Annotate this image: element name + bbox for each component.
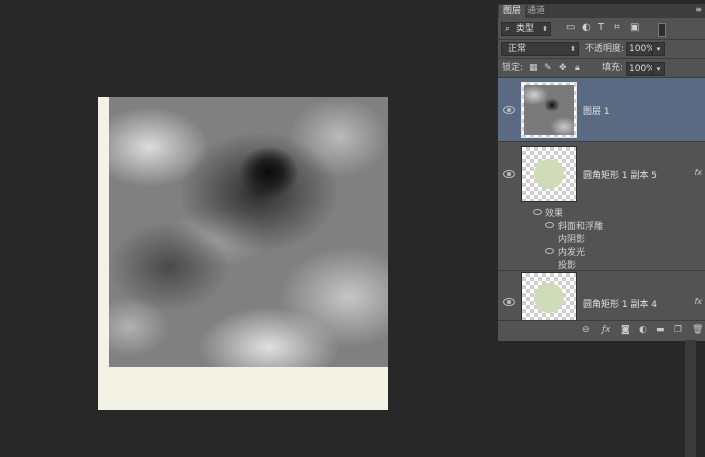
panel-menu-icon[interactable]: ≡ xyxy=(695,4,702,16)
effect-visibility-eye-icon[interactable] xyxy=(545,248,554,254)
search-icon: ⌕ xyxy=(505,24,511,34)
filter-type-select[interactable]: ⌕ 类型 ⬍ xyxy=(501,22,551,36)
layer-row-rounded-rect-copy-5[interactable]: 圆角矩形 1 副本 5 fx xyxy=(498,142,705,206)
fx-icon[interactable]: fx xyxy=(694,297,702,306)
lock-row: 锁定: ▦ ✎ ✥ 🔒︎ 填充: 100% ▾ xyxy=(498,59,705,77)
effects-label[interactable]: 效果 xyxy=(545,206,563,219)
blend-mode-select[interactable]: 正常 ⬍ xyxy=(501,42,579,56)
layer-thumbnail xyxy=(521,146,577,202)
clouds-layer-content xyxy=(109,97,388,367)
layer-thumbnail xyxy=(521,272,577,322)
lock-all-icon[interactable]: 🔒︎ xyxy=(575,62,580,74)
lock-image-pixels-icon[interactable]: ✎ xyxy=(544,62,552,74)
opacity-dropdown-button[interactable]: ▾ xyxy=(652,42,665,56)
blend-row: 正常 ⬍ 不透明度: 100% ▾ xyxy=(498,40,705,57)
fill-input[interactable]: 100% xyxy=(626,62,655,76)
chevron-down-icon: ⬍ xyxy=(542,25,548,33)
tab-channels[interactable]: 通道 xyxy=(523,5,549,18)
layer-name[interactable]: 图层 1 xyxy=(583,104,610,117)
delete-layer-icon[interactable]: 🗑︎ xyxy=(692,325,703,335)
circle-shape-thumbnail xyxy=(534,159,564,189)
document-canvas[interactable] xyxy=(98,97,388,410)
effects-visibility-eye-icon[interactable] xyxy=(533,209,542,215)
layer-row-rounded-rect-copy-4[interactable]: 圆角矩形 1 副本 4 fx xyxy=(498,271,705,322)
new-layer-icon[interactable]: ❐ xyxy=(674,325,682,335)
panel-tab-bar: 图层 通道 ≡ xyxy=(498,4,705,18)
chevron-down-icon: ▾ xyxy=(656,45,661,53)
filter-type-label: 类型 xyxy=(516,24,535,34)
clouds-thumbnail xyxy=(524,85,574,135)
fill-value: 100% xyxy=(629,64,655,74)
type-filter-icon[interactable]: T xyxy=(598,22,604,34)
layer-row-layer-1[interactable]: 图层 1 xyxy=(498,78,705,141)
fill-label: 填充: xyxy=(602,63,624,73)
chevron-down-icon: ▾ xyxy=(656,65,661,73)
blend-mode-value: 正常 xyxy=(508,44,527,54)
opacity-value: 100% xyxy=(629,44,655,54)
adjustment-filter-icon[interactable]: ◐ xyxy=(582,22,591,34)
fx-icon[interactable]: fx xyxy=(694,168,702,177)
circle-shape-thumbnail xyxy=(534,283,564,313)
effect-visibility-eye-icon[interactable] xyxy=(545,222,554,228)
layers-panel: 图层 通道 ≡ ⌕ 类型 ⬍ ▭ ◐ T ⌗ ▣ 正常 ⬍ 不透明度: 100%… xyxy=(497,4,705,341)
layer-name[interactable]: 圆角矩形 1 副本 5 xyxy=(583,168,657,181)
chevron-down-icon: ⬍ xyxy=(570,45,576,53)
smart-object-filter-icon[interactable]: ▣ xyxy=(630,22,639,34)
add-mask-icon[interactable]: ◙ xyxy=(621,325,630,335)
layers-bottom-toolbar: ⊖ ƒx ◙ ◐ ▬ ❐ 🗑︎ xyxy=(498,320,705,341)
opacity-label: 不透明度: xyxy=(585,44,625,54)
new-group-icon[interactable]: ▬ xyxy=(656,325,665,335)
add-layer-style-icon[interactable]: ƒx xyxy=(602,325,611,335)
lock-position-icon[interactable]: ✥ xyxy=(559,62,567,74)
effects-list: 效果 斜面和浮雕 内阴影 内发光 投影 xyxy=(498,206,705,271)
effect-item-bevel-emboss[interactable]: 斜面和浮雕 xyxy=(558,219,603,232)
opacity-input[interactable]: 100% xyxy=(626,42,655,56)
link-layers-icon[interactable]: ⊖ xyxy=(582,325,590,335)
filter-toggle-switch[interactable] xyxy=(658,23,666,37)
lock-transparent-pixels-icon[interactable]: ▦ xyxy=(529,62,538,74)
lock-label: 锁定: xyxy=(502,63,524,73)
filter-row: ⌕ 类型 ⬍ ▭ ◐ T ⌗ ▣ xyxy=(498,19,705,39)
effect-item-inner-glow[interactable]: 内发光 xyxy=(558,245,585,258)
panel-scrollbar[interactable] xyxy=(685,340,696,457)
fill-dropdown-button[interactable]: ▾ xyxy=(652,62,665,76)
tab-layers[interactable]: 图层 xyxy=(499,5,526,18)
visibility-eye-icon[interactable] xyxy=(503,106,515,114)
visibility-eye-icon[interactable] xyxy=(503,170,515,178)
visibility-eye-icon[interactable] xyxy=(503,298,515,306)
shape-filter-icon[interactable]: ⌗ xyxy=(614,22,620,34)
layer-thumbnail xyxy=(521,82,577,138)
effect-item-inner-shadow[interactable]: 内阴影 xyxy=(558,232,585,245)
layer-name[interactable]: 圆角矩形 1 副本 4 xyxy=(583,297,657,310)
new-adjustment-layer-icon[interactable]: ◐ xyxy=(639,325,647,335)
pixel-filter-icon[interactable]: ▭ xyxy=(566,22,575,34)
